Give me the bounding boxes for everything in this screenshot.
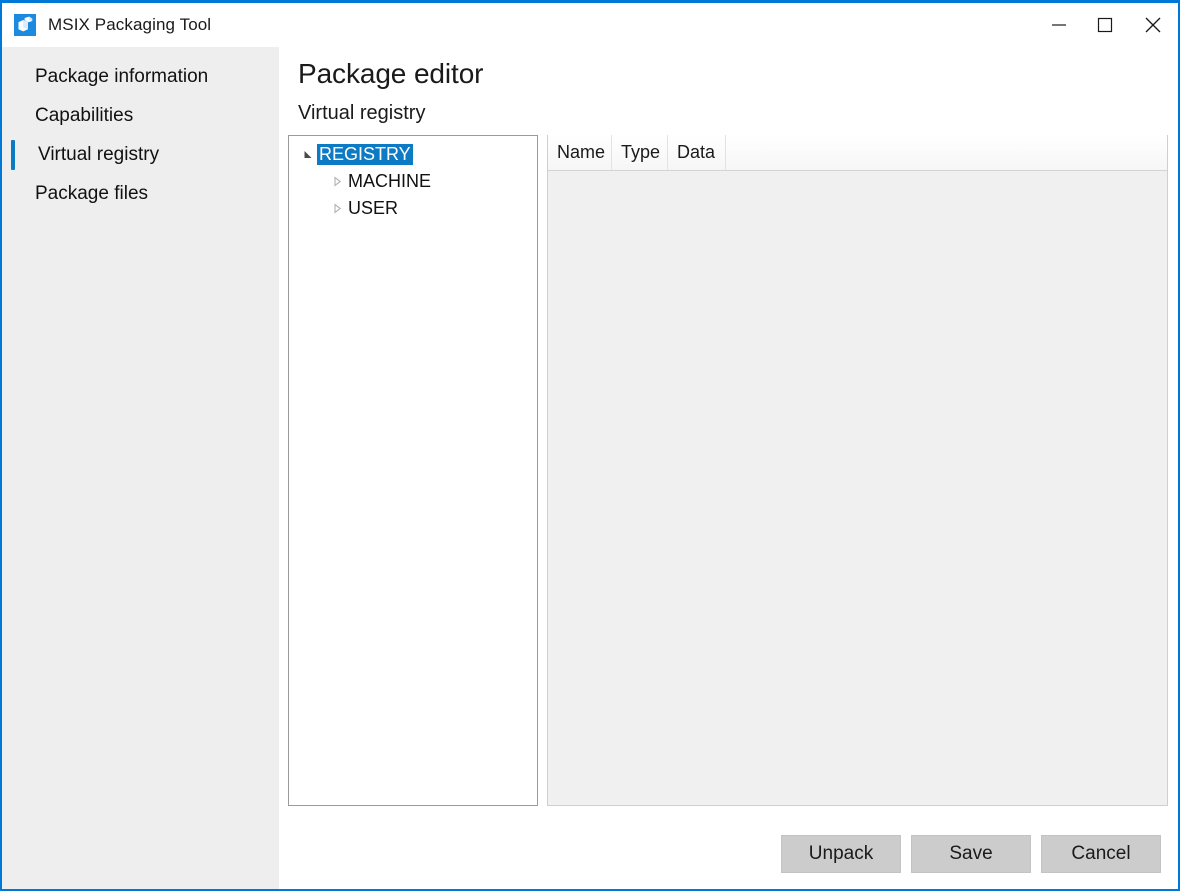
registry-tree[interactable]: REGISTRY MACHINE USER bbox=[288, 135, 538, 806]
tree-node-machine[interactable]: MACHINE bbox=[289, 168, 537, 195]
minimize-button[interactable] bbox=[1036, 3, 1082, 47]
registry-values-list: Name Type Data bbox=[547, 135, 1168, 806]
selection-accent-bar bbox=[11, 140, 15, 170]
tree-node-registry[interactable]: REGISTRY bbox=[289, 141, 537, 168]
tree-node-label: REGISTRY bbox=[317, 144, 413, 165]
window-body: Package information Capabilities Virtual… bbox=[2, 47, 1178, 889]
sidebar-item-package-files[interactable]: Package files bbox=[2, 174, 279, 213]
close-button[interactable] bbox=[1128, 3, 1178, 47]
sidebar-item-label: Virtual registry bbox=[38, 143, 160, 165]
sidebar: Package information Capabilities Virtual… bbox=[2, 47, 279, 889]
sidebar-item-label: Package information bbox=[35, 65, 209, 87]
tree-node-label: MACHINE bbox=[348, 171, 432, 191]
title-bar: MSIX Packaging Tool bbox=[2, 3, 1178, 47]
sidebar-item-label: Package files bbox=[35, 182, 149, 204]
section-title: Virtual registry bbox=[298, 102, 426, 124]
window-title: MSIX Packaging Tool bbox=[48, 15, 212, 34]
action-bar: Unpack Save Cancel bbox=[279, 819, 1178, 889]
list-header-row: Name Type Data bbox=[548, 135, 1167, 171]
tree-node-user[interactable]: USER bbox=[289, 195, 537, 222]
main-content: Package editor Virtual registry REGISTRY bbox=[279, 47, 1178, 889]
window-controls bbox=[1036, 3, 1178, 47]
column-header-name[interactable]: Name bbox=[548, 135, 612, 170]
sidebar-item-virtual-registry[interactable]: Virtual registry bbox=[2, 135, 279, 174]
sidebar-item-capabilities[interactable]: Capabilities bbox=[2, 96, 279, 135]
editor-panes: REGISTRY MACHINE USER Name Type Data bbox=[288, 135, 1168, 819]
save-button[interactable]: Save bbox=[911, 835, 1031, 873]
package-box-icon bbox=[14, 14, 36, 36]
list-body[interactable] bbox=[548, 171, 1167, 805]
chevron-collapsed-icon[interactable] bbox=[328, 203, 346, 214]
tree-node-label: USER bbox=[348, 198, 399, 218]
sidebar-item-label: Capabilities bbox=[35, 104, 134, 126]
app-window: MSIX Packaging Tool Package information … bbox=[0, 0, 1180, 891]
column-header-filler bbox=[726, 135, 1167, 170]
column-header-data[interactable]: Data bbox=[668, 135, 726, 170]
column-header-type[interactable]: Type bbox=[612, 135, 668, 170]
unpack-button[interactable]: Unpack bbox=[781, 835, 901, 873]
page-title: Package editor bbox=[298, 58, 484, 89]
cancel-button[interactable]: Cancel bbox=[1041, 835, 1161, 873]
sidebar-item-package-information[interactable]: Package information bbox=[2, 57, 279, 96]
chevron-expanded-icon[interactable] bbox=[299, 149, 317, 160]
maximize-button[interactable] bbox=[1082, 3, 1128, 47]
chevron-collapsed-icon[interactable] bbox=[328, 176, 346, 187]
